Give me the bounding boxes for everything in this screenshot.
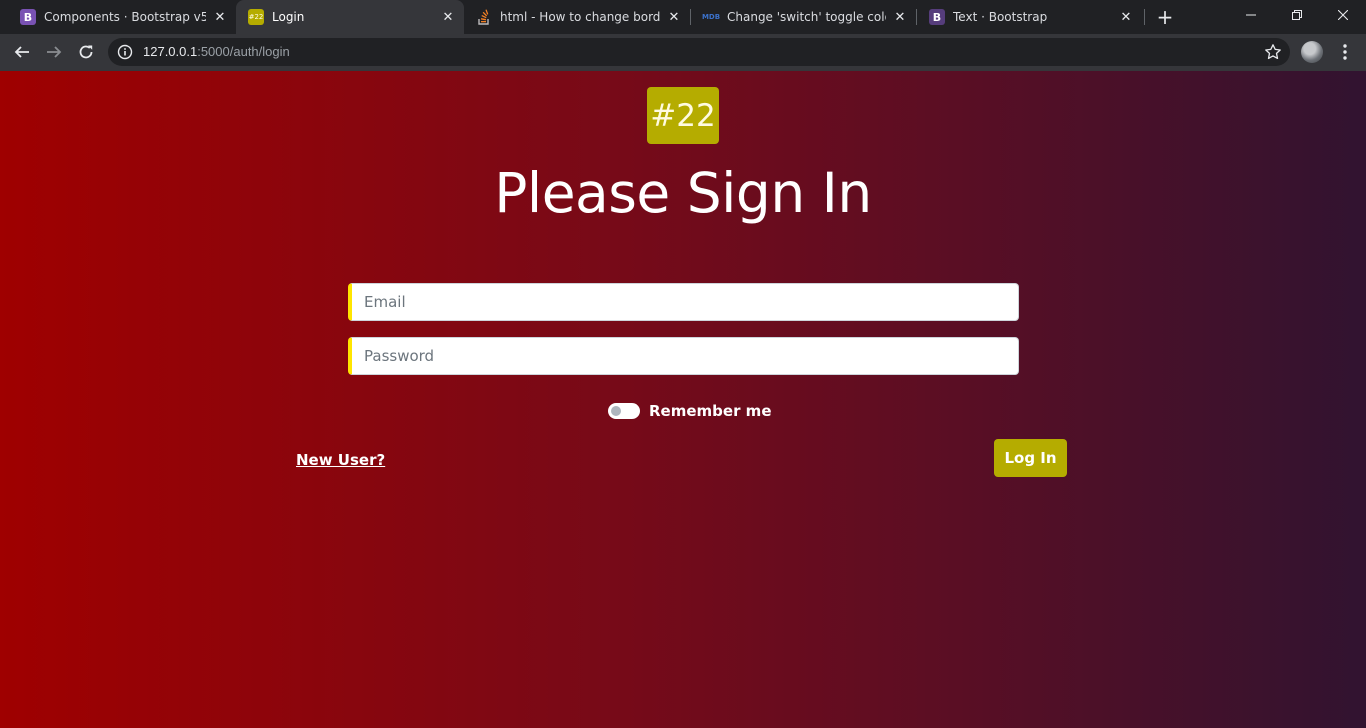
forward-button[interactable] [40, 38, 68, 66]
tab-title: Components · Bootstrap v5.0 [44, 10, 206, 24]
tab-bootstrap-components[interactable]: B Components · Bootstrap v5.0 ✕ [8, 0, 236, 34]
stackoverflow-icon [476, 9, 492, 25]
url-host: 127.0.0.1 [143, 44, 198, 59]
back-arrow-icon [14, 46, 29, 58]
close-tab-icon[interactable]: ✕ [440, 9, 456, 25]
forward-arrow-icon [47, 46, 62, 58]
tab-title: Text · Bootstrap [953, 10, 1048, 24]
password-field[interactable] [348, 337, 1019, 375]
remember-me-toggle[interactable]: Remember me [608, 401, 772, 421]
close-window-button[interactable] [1320, 0, 1366, 30]
restore-button[interactable] [1274, 0, 1320, 30]
bootstrap-icon: B [20, 9, 36, 25]
minimize-button[interactable] [1228, 0, 1274, 30]
tab-login[interactable]: #22 Login ✕ [236, 0, 464, 34]
restore-icon [1292, 10, 1302, 20]
info-icon[interactable] [117, 44, 133, 60]
reload-button[interactable] [72, 38, 100, 66]
close-icon [1338, 10, 1348, 20]
remember-me-label[interactable]: Remember me [649, 402, 772, 420]
menu-kebab-icon[interactable] [1336, 42, 1354, 62]
tab-title: Login [272, 10, 305, 24]
new-user-link[interactable]: New User? [296, 451, 385, 469]
tab-stackoverflow[interactable]: html - How to change border c ✕ [464, 0, 690, 34]
close-tab-icon[interactable]: ✕ [892, 9, 908, 25]
site-logo-icon: #22 [248, 9, 264, 25]
email-field[interactable] [348, 283, 1019, 321]
bootstrap-icon: B [929, 9, 945, 25]
tab-bootstrap-text[interactable]: B Text · Bootstrap ✕ [917, 0, 1142, 34]
login-page: #22 Please Sign In Remember me New User?… [0, 71, 1366, 728]
bookmark-star-icon[interactable] [1264, 43, 1282, 61]
site-logo[interactable]: #22 [647, 87, 719, 144]
reload-icon [79, 45, 93, 59]
tab-mdb[interactable]: MDB Change 'switch' toggle color - ✕ [691, 0, 916, 34]
page-title: Please Sign In [494, 161, 872, 225]
tab-title: html - How to change border c [500, 10, 660, 24]
tab-strip: B Components · Bootstrap v5.0 ✕ #22 Logi… [0, 0, 1366, 34]
profile-avatar[interactable] [1301, 41, 1323, 63]
browser-toolbar: 127.0.0.1:5000/auth/login [0, 34, 1366, 71]
close-tab-icon[interactable]: ✕ [666, 9, 682, 25]
address-bar[interactable]: 127.0.0.1:5000/auth/login [108, 38, 1290, 66]
back-button[interactable] [8, 38, 36, 66]
url-path: :5000/auth/login [197, 44, 290, 59]
tab-title: Change 'switch' toggle color - [727, 10, 886, 24]
close-tab-icon[interactable]: ✕ [212, 9, 228, 25]
tab-separator [1144, 9, 1145, 25]
new-tab-button[interactable]: + [1153, 5, 1177, 29]
minimize-icon [1246, 14, 1256, 16]
login-button[interactable]: Log In [994, 439, 1067, 477]
url-text[interactable]: 127.0.0.1:5000/auth/login [143, 44, 290, 60]
remember-switch[interactable] [608, 403, 640, 419]
switch-knob [611, 406, 621, 416]
mdb-icon: MDB [701, 13, 721, 21]
close-tab-icon[interactable]: ✕ [1118, 9, 1134, 25]
